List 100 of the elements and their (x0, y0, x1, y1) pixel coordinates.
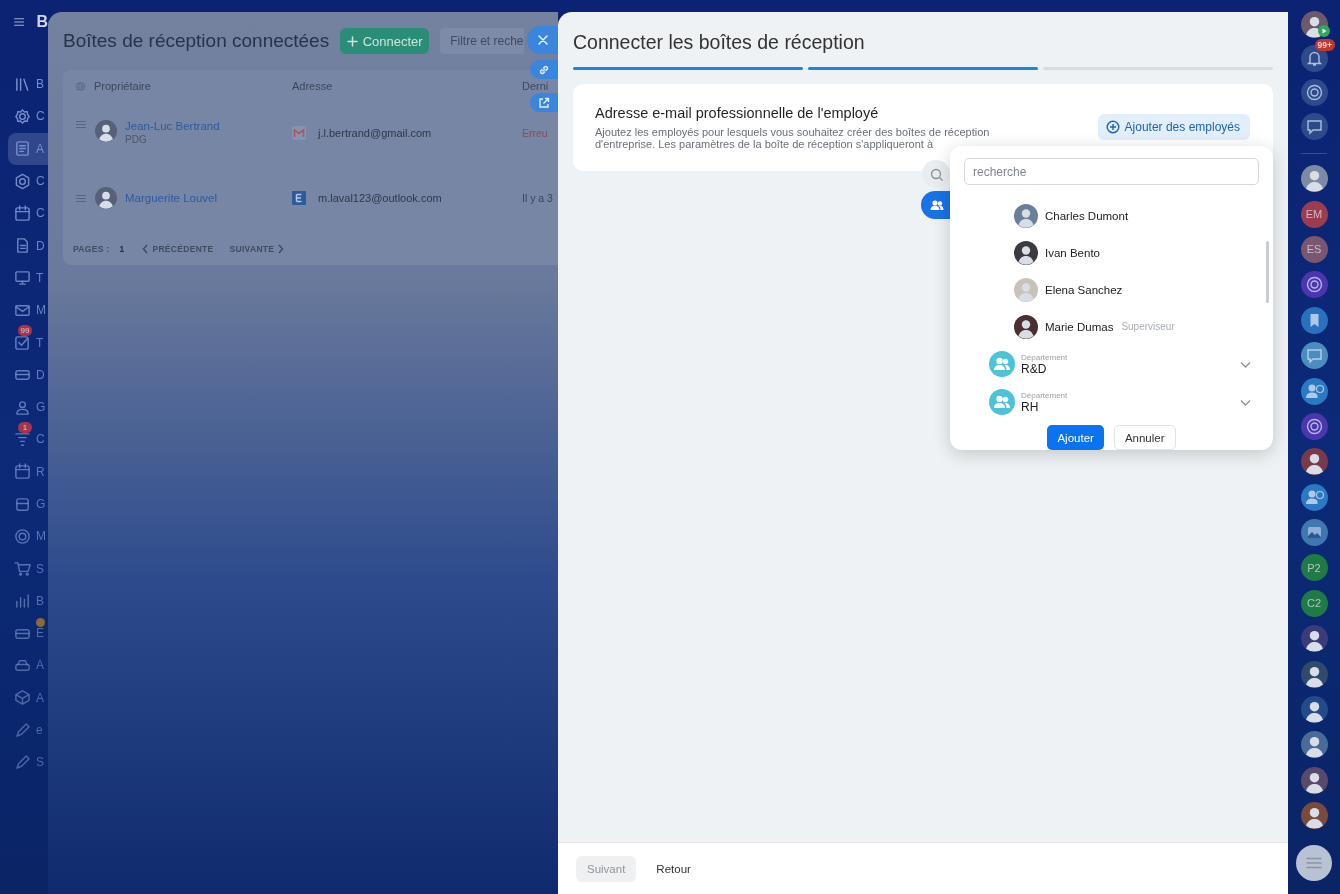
hexagon-icon (14, 172, 31, 190)
add-button[interactable]: Ajouter (1047, 425, 1104, 450)
image-icon[interactable] (1300, 519, 1328, 547)
sidebar-item[interactable]: T 99 (8, 326, 48, 359)
app-title: B (36, 13, 48, 31)
next-link[interactable]: SUIVANTE (229, 244, 285, 254)
section-title: Adresse e-mail professionnelle de l'employé (595, 104, 880, 122)
monitor-icon (14, 269, 31, 287)
count-badge: 99+ (1314, 39, 1335, 51)
column-header[interactable]: Derni (522, 80, 558, 92)
avatar (95, 187, 117, 209)
avatar[interactable] (1300, 731, 1328, 759)
avatar (1014, 240, 1038, 265)
gear-icon (75, 80, 86, 92)
chat-icon[interactable] (1300, 342, 1328, 370)
avatar[interactable] (1300, 660, 1328, 688)
pages-label: PAGES : (73, 244, 110, 254)
menu-icon (1306, 857, 1322, 869)
box-icon (14, 495, 31, 513)
department-option[interactable]: Département RH (950, 383, 1273, 421)
search-icon (929, 167, 943, 181)
chevron-right-icon (278, 244, 285, 254)
avatar[interactable] (1300, 448, 1328, 476)
document-icon (14, 140, 31, 158)
email-address: m.laval123@outlook.com (318, 192, 442, 204)
sidebar-item[interactable]: D (8, 229, 48, 262)
employee-option[interactable]: Marie Dumas Superviseur (950, 308, 1273, 345)
sidebar-item[interactable]: R (8, 455, 48, 488)
filter-field[interactable]: Filtre et reche (440, 28, 525, 54)
sidebar-item[interactable]: S (8, 552, 48, 585)
drag-handle-icon (75, 193, 87, 203)
sidebar-item[interactable]: G (8, 390, 48, 424)
cancel-button[interactable]: Annuler (1113, 425, 1176, 450)
connect-button[interactable]: Connecter (340, 28, 430, 54)
sidebar-item[interactable]: D (8, 358, 48, 391)
department-option[interactable]: Département R&D (950, 345, 1273, 383)
sidebar-item[interactable]: A (8, 649, 48, 682)
avatar[interactable] (1300, 696, 1328, 724)
initials-avatar[interactable]: P2 (1300, 554, 1328, 582)
sidebar-item[interactable]: G (8, 487, 48, 521)
department-name: RH (1021, 399, 1039, 414)
bookmark-icon[interactable] (1300, 306, 1328, 334)
avatar[interactable] (1300, 802, 1328, 830)
sidebar-item[interactable]: A (8, 681, 48, 714)
count-badge: 1 (18, 422, 32, 434)
back-button[interactable]: Retour (656, 862, 691, 875)
sidebar-item[interactable]: S (8, 746, 48, 779)
sidebar-item[interactable]: B (8, 584, 48, 618)
search-field[interactable]: recherche (964, 158, 1259, 185)
avatar[interactable] (1300, 625, 1328, 653)
owner-link[interactable]: Marguerite Louvel (125, 192, 218, 204)
drag-handle-icon (75, 120, 87, 129)
sidebar-item[interactable]: e (8, 713, 48, 747)
person-clock-icon[interactable] (1300, 377, 1328, 405)
owner-link[interactable]: Jean-Luc Bertrand (125, 120, 220, 132)
employee-option[interactable]: Ivan Bento (950, 234, 1273, 271)
initials-avatar[interactable]: ES (1300, 235, 1328, 263)
gear-icon (14, 107, 31, 125)
avatar[interactable] (1300, 766, 1328, 794)
page-number[interactable]: 1 (119, 244, 125, 254)
menu-icon (14, 15, 25, 29)
person-clock-icon[interactable] (1300, 483, 1328, 511)
sidebar-item[interactable]: C (8, 164, 48, 198)
avatar (1014, 203, 1038, 228)
initials-avatar[interactable]: EM (1300, 200, 1328, 228)
sidebar-item[interactable]: C (8, 100, 48, 133)
avatar[interactable] (1300, 165, 1328, 193)
sidebar-item[interactable]: C (8, 197, 48, 230)
column-header[interactable]: Propriétaire (94, 80, 151, 92)
avatar (95, 120, 117, 142)
cart-icon (14, 560, 31, 578)
sidebar-item[interactable]: M (8, 520, 48, 553)
add-employees-button[interactable]: Ajouter des employés (1097, 114, 1250, 140)
sidebar-item[interactable]: B (8, 68, 48, 101)
sidebar-item[interactable]: E (8, 617, 48, 650)
envelope-m-icon (292, 125, 306, 140)
column-header[interactable]: Adresse (292, 80, 333, 92)
previous-link[interactable]: PRÉCÉDENTE (142, 244, 214, 254)
books-icon (14, 75, 31, 93)
search-button[interactable] (922, 160, 950, 188)
open-external-button[interactable] (530, 93, 558, 112)
sidebar-item[interactable]: A (8, 132, 48, 165)
sidebar-item[interactable]: T (8, 261, 48, 295)
sidebar-item[interactable]: C 1 (8, 423, 48, 456)
plus-icon (346, 35, 358, 47)
sidebar-item[interactable]: M (8, 294, 48, 327)
department-caption: Département (1021, 352, 1069, 362)
filter-icon (14, 430, 31, 448)
menu-button[interactable] (1296, 845, 1332, 881)
employee-option[interactable]: Elena Sanchez (950, 271, 1273, 308)
section-description: Ajoutez les employés pour lesquels vous souhaitez créer des boîtes de réception d'entreprise. Les paramètres de la boîte de réception s'appliqueront à (595, 126, 991, 150)
initials-avatar[interactable]: C2 (1300, 589, 1328, 617)
chat-icon[interactable] (1300, 112, 1328, 140)
car-icon (14, 657, 31, 674)
group-button[interactable] (921, 191, 950, 219)
scrollbar-thumb[interactable] (1266, 241, 1269, 303)
copy-link-button[interactable] (530, 60, 558, 79)
employee-option[interactable]: Charles Dumont (950, 197, 1273, 234)
calendar-icon (14, 204, 31, 222)
file-icon (14, 237, 31, 255)
